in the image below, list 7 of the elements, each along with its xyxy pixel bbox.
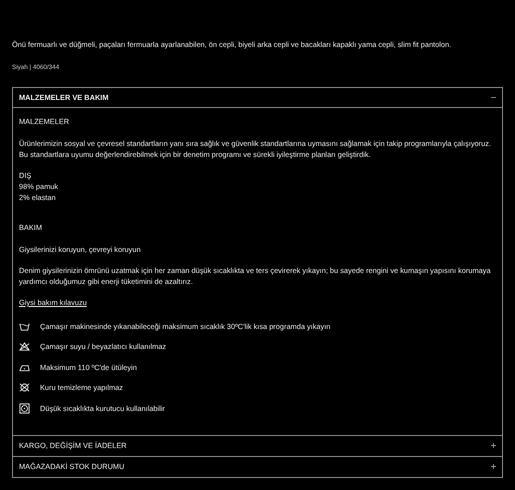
expand-icon: [491, 443, 496, 448]
tumble-dry-icon: [19, 402, 30, 414]
no-dry-clean-icon: [19, 382, 30, 394]
expand-icon: [491, 464, 496, 469]
collapse-icon: [491, 95, 496, 100]
washing-icon: [19, 320, 30, 332]
no-bleach-icon: [19, 341, 30, 352]
